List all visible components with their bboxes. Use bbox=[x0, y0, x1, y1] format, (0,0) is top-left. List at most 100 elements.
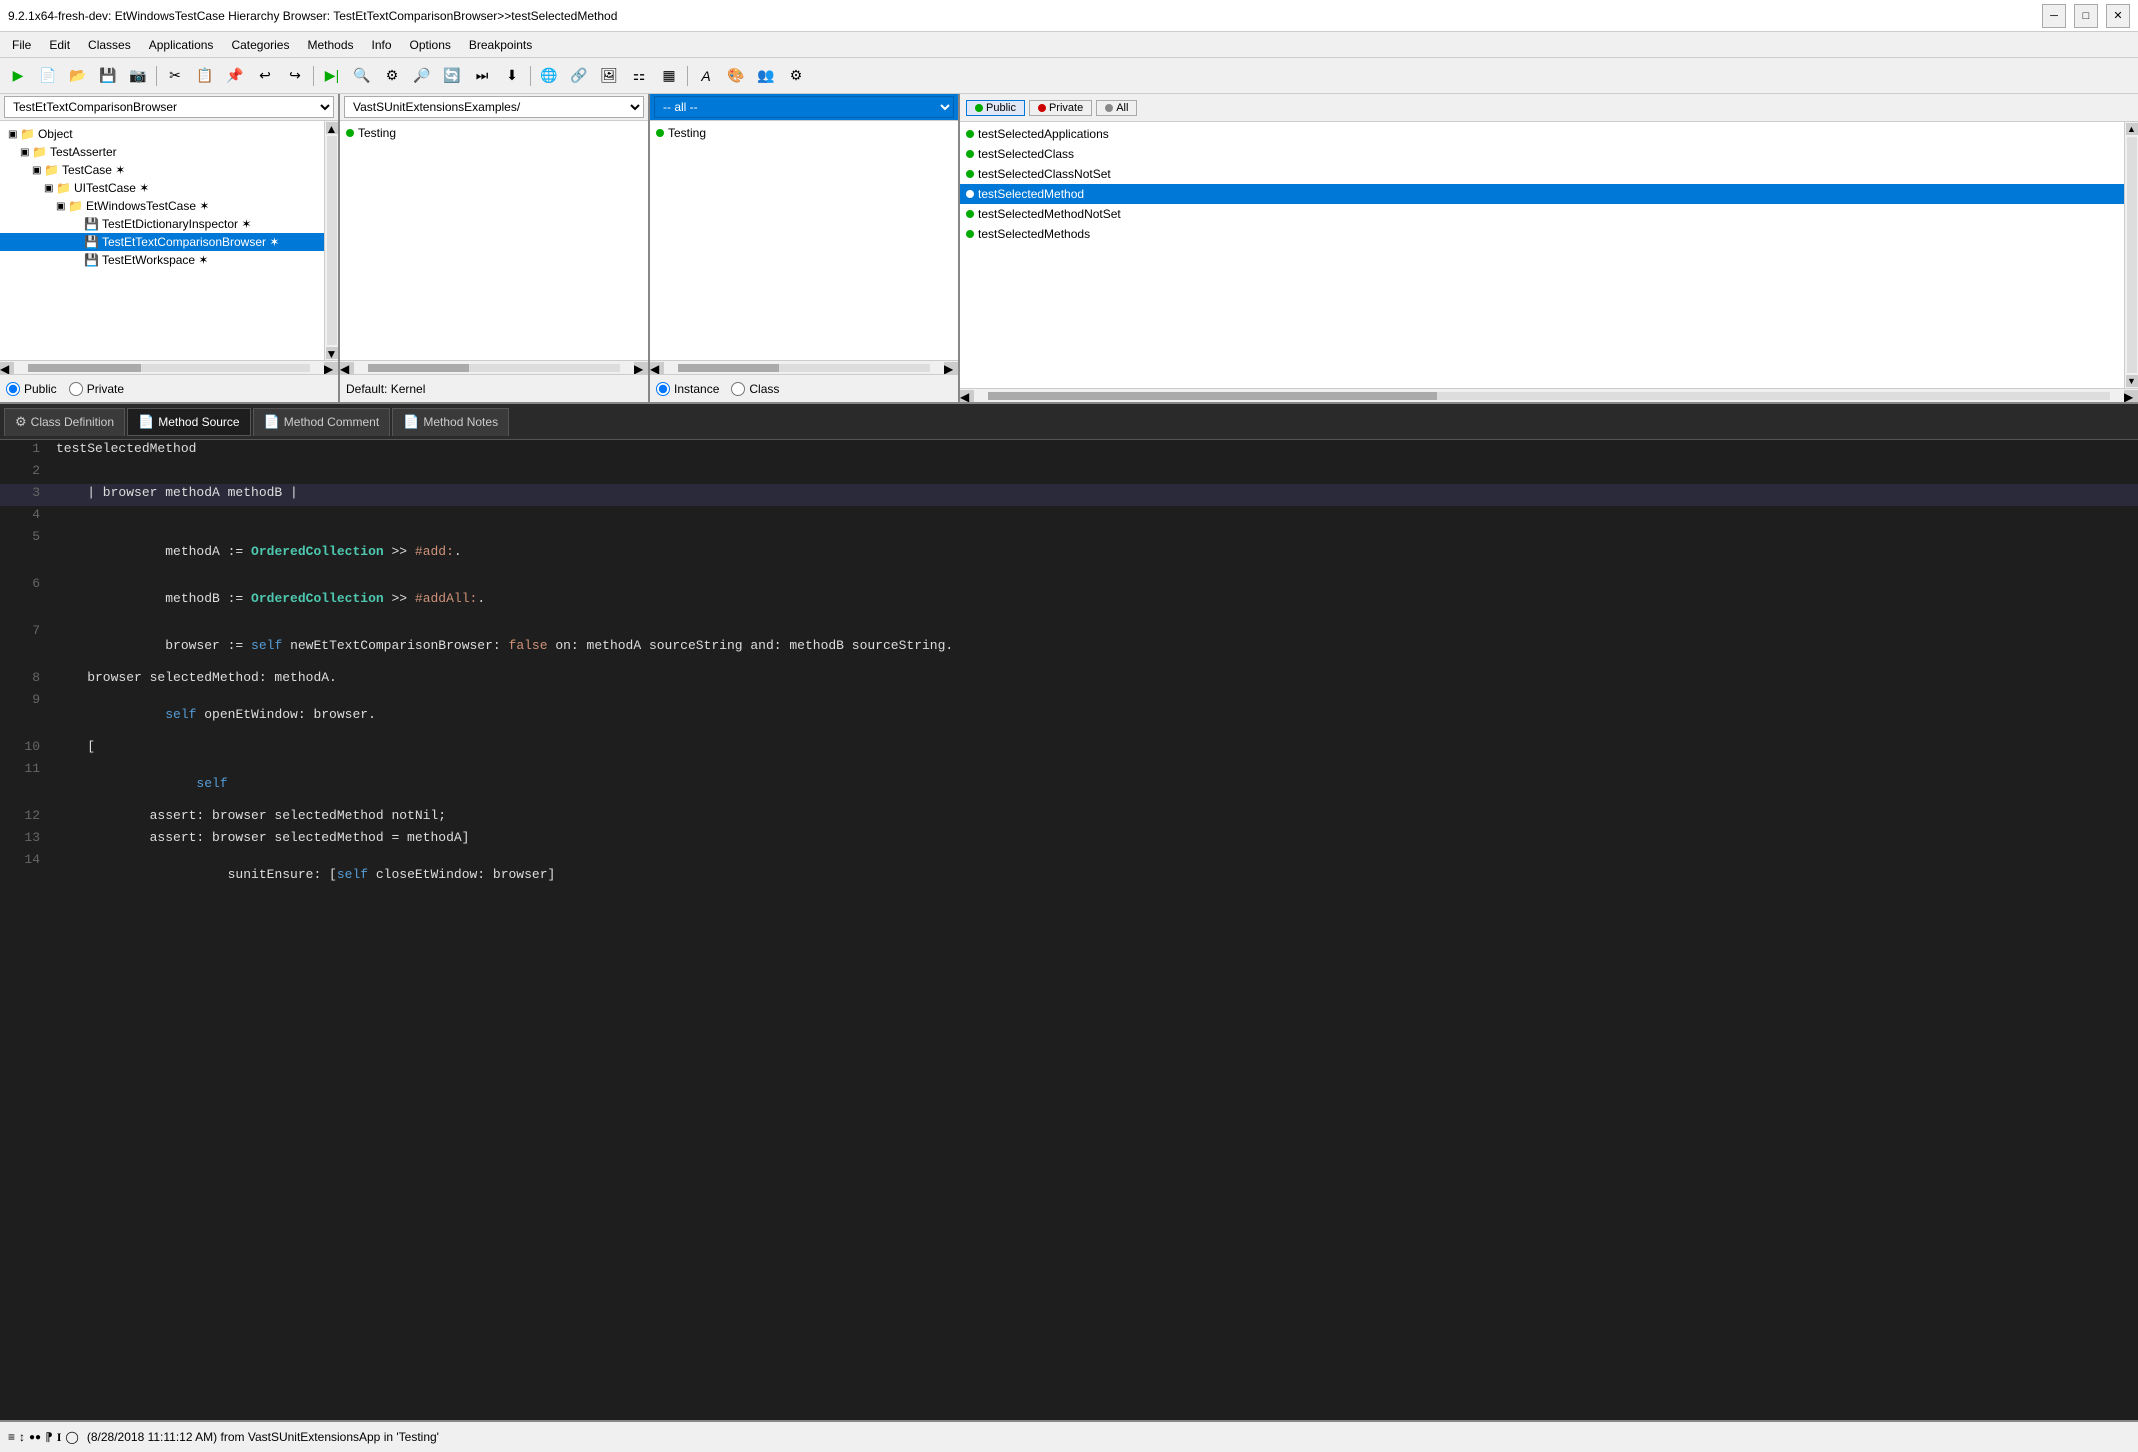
menu-edit[interactable]: Edit bbox=[41, 36, 78, 54]
method-item-testselectedmethodnotset[interactable]: testSelectedMethodNotSet bbox=[960, 204, 2124, 224]
protocols-dropdown[interactable]: -- all -- bbox=[654, 96, 954, 118]
tab-method-source[interactable]: 📄 Method Source bbox=[127, 408, 251, 436]
radio-instance[interactable]: Instance bbox=[656, 382, 719, 396]
expand-uitestcase[interactable]: ▣ bbox=[44, 183, 56, 194]
status-icon-3: ●● bbox=[29, 1432, 41, 1443]
expand-etwindowstestcase[interactable]: ▣ bbox=[56, 201, 68, 212]
filter-private-button[interactable]: Private bbox=[1029, 100, 1092, 116]
code-line-1: 1 testSelectedMethod bbox=[0, 440, 2138, 462]
class-hierarchy-content: ▣ 📁 Object ▣ 📁 TestAsserter bbox=[0, 121, 324, 360]
new-button[interactable]: 📄 bbox=[34, 62, 62, 90]
radio-public[interactable]: Public bbox=[6, 382, 57, 396]
tree-item-uitestcase[interactable]: ▣ 📁 UITestCase ✶ bbox=[0, 179, 324, 197]
methods-panel: Public Private All testSelectedApplic bbox=[960, 94, 2138, 402]
refresh-button[interactable]: 🔄 bbox=[438, 62, 466, 90]
tree-item-testdictinspector[interactable]: 💾 TestEtDictionaryInspector ✶ bbox=[0, 215, 324, 233]
menu-options[interactable]: Options bbox=[402, 36, 459, 54]
method-item-testselectedapps[interactable]: testSelectedApplications bbox=[960, 124, 2124, 144]
methods-scrollbar-h[interactable]: ◀ ▶ bbox=[960, 388, 2138, 402]
class-hierarchy-dropdown[interactable]: TestEtTextComparisonBrowser bbox=[4, 96, 334, 118]
method-item-testselectedmethods[interactable]: testSelectedMethods bbox=[960, 224, 2124, 244]
font-button[interactable]: A bbox=[692, 62, 720, 90]
copy-button[interactable]: 📋 bbox=[191, 62, 219, 90]
tab-method-notes[interactable]: 📄 Method Notes bbox=[392, 408, 509, 436]
menu-classes[interactable]: Classes bbox=[80, 36, 139, 54]
tab-class-definition[interactable]: ⚙ Class Definition bbox=[4, 408, 125, 436]
code-line-8: 8 browser selectedMethod: methodA. bbox=[0, 669, 2138, 691]
method-item-testselectedclassnotset[interactable]: testSelectedClassNotSet bbox=[960, 164, 2124, 184]
image-button[interactable]: 🖼 bbox=[595, 62, 623, 90]
separator-2 bbox=[313, 66, 314, 86]
code-line-10: 10 [ bbox=[0, 738, 2138, 760]
run-button[interactable]: ▶ bbox=[4, 62, 32, 90]
close-button[interactable]: ✕ bbox=[2106, 4, 2130, 28]
grid-button[interactable]: ⚏ bbox=[625, 62, 653, 90]
menu-info[interactable]: Info bbox=[364, 36, 400, 54]
step-over-button[interactable]: ⏭ bbox=[468, 62, 496, 90]
browse-button[interactable]: ⚙ bbox=[378, 62, 406, 90]
categories-scrollbar-h[interactable]: ◀ ▶ bbox=[340, 360, 648, 374]
find-button[interactable]: 🔎 bbox=[408, 62, 436, 90]
expand-object[interactable]: ▣ bbox=[8, 129, 20, 140]
tab-method-comment[interactable]: 📄 Method Comment bbox=[253, 408, 391, 436]
protocol-item-testing[interactable]: Testing bbox=[650, 123, 958, 143]
camera-button[interactable]: 📷 bbox=[124, 62, 152, 90]
class-hierarchy-scrollbar-v[interactable]: ▲ ▼ bbox=[324, 121, 338, 360]
tree-item-etwindowstestcase[interactable]: ▣ 📁 EtWindowsTestCase ✶ bbox=[0, 197, 324, 215]
status-bar: ≡ ↕ ●● ⁋ I ◯ (8/28/2018 11:11:12 AM) fro… bbox=[0, 1420, 2138, 1452]
categories-dropdown[interactable]: VastSUnitExtensionsExamples/ bbox=[344, 96, 644, 118]
method-item-testselectedclass[interactable]: testSelectedClass bbox=[960, 144, 2124, 164]
radio-private[interactable]: Private bbox=[69, 382, 124, 396]
save-button[interactable]: 💾 bbox=[94, 62, 122, 90]
connect-button[interactable]: 🔗 bbox=[565, 62, 593, 90]
tab-bar: ⚙ Class Definition 📄 Method Source 📄 Met… bbox=[0, 404, 2138, 440]
line-content-1: testSelectedMethod bbox=[48, 440, 204, 457]
expand-testcase[interactable]: ▣ bbox=[32, 165, 44, 176]
users-button[interactable]: 👥 bbox=[752, 62, 780, 90]
radio-class-input[interactable] bbox=[731, 382, 745, 396]
methods-scrollbar-v[interactable]: ▲ ▼ bbox=[2124, 122, 2138, 388]
tree-item-testcase[interactable]: ▣ 📁 TestCase ✶ bbox=[0, 161, 324, 179]
radio-public-input[interactable] bbox=[6, 382, 20, 396]
maximize-button[interactable]: □ bbox=[2074, 4, 2098, 28]
radio-instance-input[interactable] bbox=[656, 382, 670, 396]
bottom-pane: ⚙ Class Definition 📄 Method Source 📄 Met… bbox=[0, 404, 2138, 1452]
step-into-button[interactable]: ⬇ bbox=[498, 62, 526, 90]
method-item-testselectedmethod[interactable]: testSelectedMethod bbox=[960, 184, 2124, 204]
filter-all-button[interactable]: All bbox=[1096, 100, 1137, 116]
menu-applications[interactable]: Applications bbox=[141, 36, 222, 54]
protocols-content-area: Testing bbox=[650, 121, 958, 360]
paste-button[interactable]: 📌 bbox=[221, 62, 249, 90]
minimize-button[interactable]: ─ bbox=[2042, 4, 2066, 28]
tree-item-testasserter[interactable]: ▣ 📁 TestAsserter bbox=[0, 143, 324, 161]
code-editor[interactable]: 1 testSelectedMethod 2 3 | browser metho… bbox=[0, 440, 2138, 1436]
redo-button[interactable]: ↪ bbox=[281, 62, 309, 90]
color-button[interactable]: 🎨 bbox=[722, 62, 750, 90]
category-item-testing[interactable]: Testing bbox=[340, 123, 648, 143]
line-num-12: 12 bbox=[0, 807, 48, 824]
undo-button[interactable]: ↩ bbox=[251, 62, 279, 90]
open-button[interactable]: 📂 bbox=[64, 62, 92, 90]
radio-private-input[interactable] bbox=[69, 382, 83, 396]
categories-content-area: Testing bbox=[340, 121, 648, 360]
settings-button[interactable]: ⚙ bbox=[782, 62, 810, 90]
menu-breakpoints[interactable]: Breakpoints bbox=[461, 36, 540, 54]
menu-file[interactable]: File bbox=[4, 36, 39, 54]
inspect-button[interactable]: 🔍 bbox=[348, 62, 376, 90]
menu-methods[interactable]: Methods bbox=[299, 36, 361, 54]
tree-item-testetworkspace[interactable]: 💾 TestEtWorkspace ✶ bbox=[0, 251, 324, 269]
tree-item-object[interactable]: ▣ 📁 Object bbox=[0, 125, 324, 143]
menu-categories[interactable]: Categories bbox=[223, 36, 297, 54]
protocols-scrollbar-h[interactable]: ◀ ▶ bbox=[650, 360, 958, 374]
tree-item-testtextcomparison[interactable]: 💾 TestEtTextComparisonBrowser ✶ bbox=[0, 233, 324, 251]
menu-bar: File Edit Classes Applications Categorie… bbox=[0, 32, 2138, 58]
table-button[interactable]: ▦ bbox=[655, 62, 683, 90]
expand-testasserter[interactable]: ▣ bbox=[20, 147, 32, 158]
radio-class[interactable]: Class bbox=[731, 382, 779, 396]
globe-button[interactable]: 🌐 bbox=[535, 62, 563, 90]
filter-public-button[interactable]: Public bbox=[966, 100, 1025, 116]
cut-button[interactable]: ✂ bbox=[161, 62, 189, 90]
class-hierarchy-scrollbar-h[interactable]: ◀ ▶ bbox=[0, 360, 338, 374]
debug-button[interactable]: ▶| bbox=[318, 62, 346, 90]
protocols-footer: Instance Class bbox=[650, 374, 958, 402]
